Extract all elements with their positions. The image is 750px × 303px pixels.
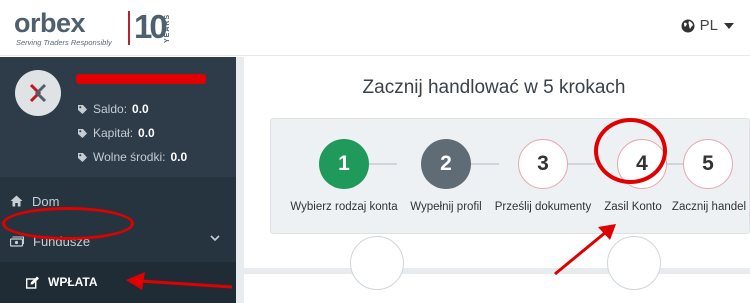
edit-icon	[26, 276, 39, 289]
app-root: orbex Serving Traders Responsibly 10 YEA…	[0, 0, 750, 303]
step-1-label: Wybierz rodzaj konta	[290, 201, 398, 213]
avatar[interactable]	[15, 70, 61, 116]
balance-label: Saldo:	[93, 102, 128, 116]
capital-label: Kapitał:	[93, 126, 134, 140]
sidebar: Saldo: 0.0 Kapitał: 0.0 Wolne środki: 0.…	[0, 57, 236, 303]
highlight-ring-step-4	[594, 118, 667, 184]
tag-icon	[78, 104, 87, 114]
orbex-x-icon	[29, 83, 47, 103]
logo-years: YEARS	[164, 13, 171, 43]
language-code: PL	[699, 17, 718, 34]
step-4-label: Zasil Konto	[604, 201, 662, 213]
card-icon-circle	[350, 236, 404, 290]
tag-icon	[78, 128, 87, 138]
balance-stat: Saldo: 0.0	[77, 102, 149, 116]
main-content: Zacznij handlować w 5 krokach 1 2 3 4 5 …	[236, 57, 750, 303]
page-title: Zacznij handlować w 5 krokach	[362, 77, 626, 98]
logo-anniversary: 10	[134, 8, 168, 45]
card-icon-circle	[607, 236, 661, 290]
free-funds-value: 0.0	[170, 150, 188, 164]
tag-icon	[78, 152, 87, 162]
capital-value: 0.0	[138, 126, 155, 140]
logo-tagline: Serving Traders Responsibly	[16, 38, 112, 47]
step-2-label: Wypełnij profil	[410, 201, 482, 213]
capital-stat: Kapitał: 0.0	[77, 126, 155, 140]
username-redacted	[76, 74, 206, 84]
logo-word: orbex	[14, 8, 86, 38]
language-selector[interactable]: PL	[681, 17, 734, 34]
onboarding-panel: Zacznij handlować w 5 krokach 1 2 3 4 5 …	[244, 57, 750, 268]
sidebar-item-label: Dom	[32, 193, 60, 209]
globe-icon	[681, 19, 695, 32]
step-3-circle[interactable]: 3	[518, 139, 568, 189]
balance-value: 0.0	[132, 102, 149, 116]
chevron-down-icon	[210, 235, 220, 242]
logo-separator	[128, 11, 130, 45]
home-icon	[10, 195, 23, 207]
free-funds-label: Wolne środki:	[93, 150, 166, 164]
money-icon	[10, 235, 24, 247]
top-bar: orbex Serving Traders Responsibly 10 YEA…	[0, 0, 750, 56]
sidebar-subitem-deposit-row: WPŁATA	[0, 262, 236, 303]
step-5-circle[interactable]: 5	[683, 139, 733, 189]
free-funds-stat: Wolne środki: 0.0	[77, 150, 187, 164]
step-2-circle[interactable]: 2	[421, 139, 471, 189]
highlight-ring-deposit	[2, 207, 134, 240]
lower-panel	[244, 274, 750, 303]
steps-progress: 1 2 3 4 5 Wybierz rodzaj konta Wypełnij …	[270, 118, 750, 234]
step-3-label: Prześlij dokumenty	[494, 201, 592, 213]
sidebar-item-deposit[interactable]: WPŁATA	[8, 269, 98, 295]
step-1-circle[interactable]: 1	[319, 139, 369, 189]
step-5-label: Zacznij handel	[671, 201, 747, 213]
caret-down-icon	[724, 22, 734, 29]
profile-card: Saldo: 0.0 Kapitał: 0.0 Wolne środki: 0.…	[0, 57, 236, 177]
deposit-label: WPŁATA	[48, 275, 98, 289]
